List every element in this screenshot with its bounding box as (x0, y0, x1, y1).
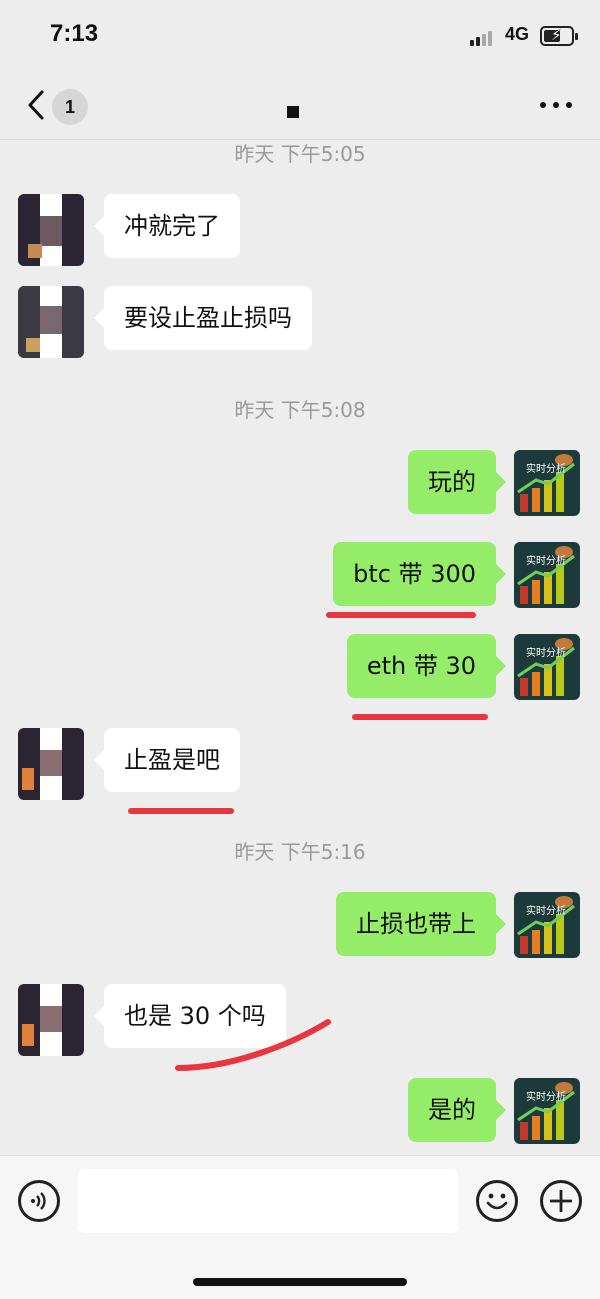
nav-bar: 1 (0, 70, 600, 140)
status-bar: 7:13 4G ⚡ (0, 0, 600, 70)
voice-button[interactable] (18, 1180, 60, 1222)
message-bubble-outgoing[interactable]: eth 带 30 (346, 634, 507, 698)
message-bubble-outgoing[interactable]: 是的 (408, 1078, 506, 1142)
annotation-underline (128, 808, 234, 814)
network-type: 4G (505, 24, 530, 44)
timestamp: 昨天 下午5:08 (234, 398, 366, 422)
timestamp: 昨天 下午5:05 (234, 142, 366, 166)
plus-icon (550, 1190, 572, 1212)
my-avatar[interactable]: 实时分析 (514, 892, 580, 958)
my-avatar[interactable]: 实时分析 (514, 542, 580, 608)
annotation-underline (352, 714, 488, 720)
message-bubble-incoming[interactable]: 冲就完了 (94, 194, 240, 258)
message-bubble-outgoing[interactable]: 玩的 (408, 450, 506, 514)
svg-text:实时分析: 实时分析 (526, 904, 566, 917)
my-avatar[interactable]: 实时分析 (514, 450, 580, 516)
message-input[interactable] (78, 1169, 458, 1233)
signal-icon (470, 28, 496, 46)
status-time: 7:13 (50, 20, 99, 47)
message-bubble-incoming[interactable]: 要设止盈止损吗 (94, 286, 312, 350)
message-bubble-outgoing[interactable]: btc 带 300 (333, 542, 506, 606)
annotation-underline (175, 1019, 331, 1071)
svg-text:实时分析: 实时分析 (526, 1090, 566, 1103)
emoji-button[interactable] (476, 1180, 518, 1222)
svg-text:实时分析: 实时分析 (526, 462, 566, 475)
svg-text:实时分析: 实时分析 (526, 646, 566, 659)
annotation-underline (326, 612, 476, 618)
voice-icon (31, 1192, 46, 1210)
chat-title (287, 106, 299, 118)
emoji-icon (486, 1193, 508, 1210)
contact-avatar[interactable] (18, 984, 84, 1056)
my-avatar[interactable]: 实时分析 (514, 1078, 580, 1144)
plus-button[interactable] (540, 1180, 582, 1222)
message-bubble-incoming[interactable]: 止盈是吧 (94, 728, 240, 792)
home-indicator[interactable] (193, 1278, 407, 1286)
my-avatar[interactable]: 实时分析 (514, 634, 580, 700)
contact-avatar[interactable] (18, 194, 84, 266)
timestamp: 昨天 下午5:16 (234, 840, 366, 864)
battery-icon: ⚡ (540, 26, 578, 46)
contact-avatar[interactable] (18, 728, 84, 800)
more-icon[interactable] (540, 102, 572, 110)
back-icon[interactable] (24, 88, 52, 122)
contact-avatar[interactable] (18, 286, 84, 358)
svg-text:实时分析: 实时分析 (526, 554, 566, 567)
message-bubble-outgoing[interactable]: 止损也带上 (336, 892, 506, 956)
input-bar (0, 1155, 600, 1299)
unread-badge[interactable]: 1 (52, 89, 88, 125)
